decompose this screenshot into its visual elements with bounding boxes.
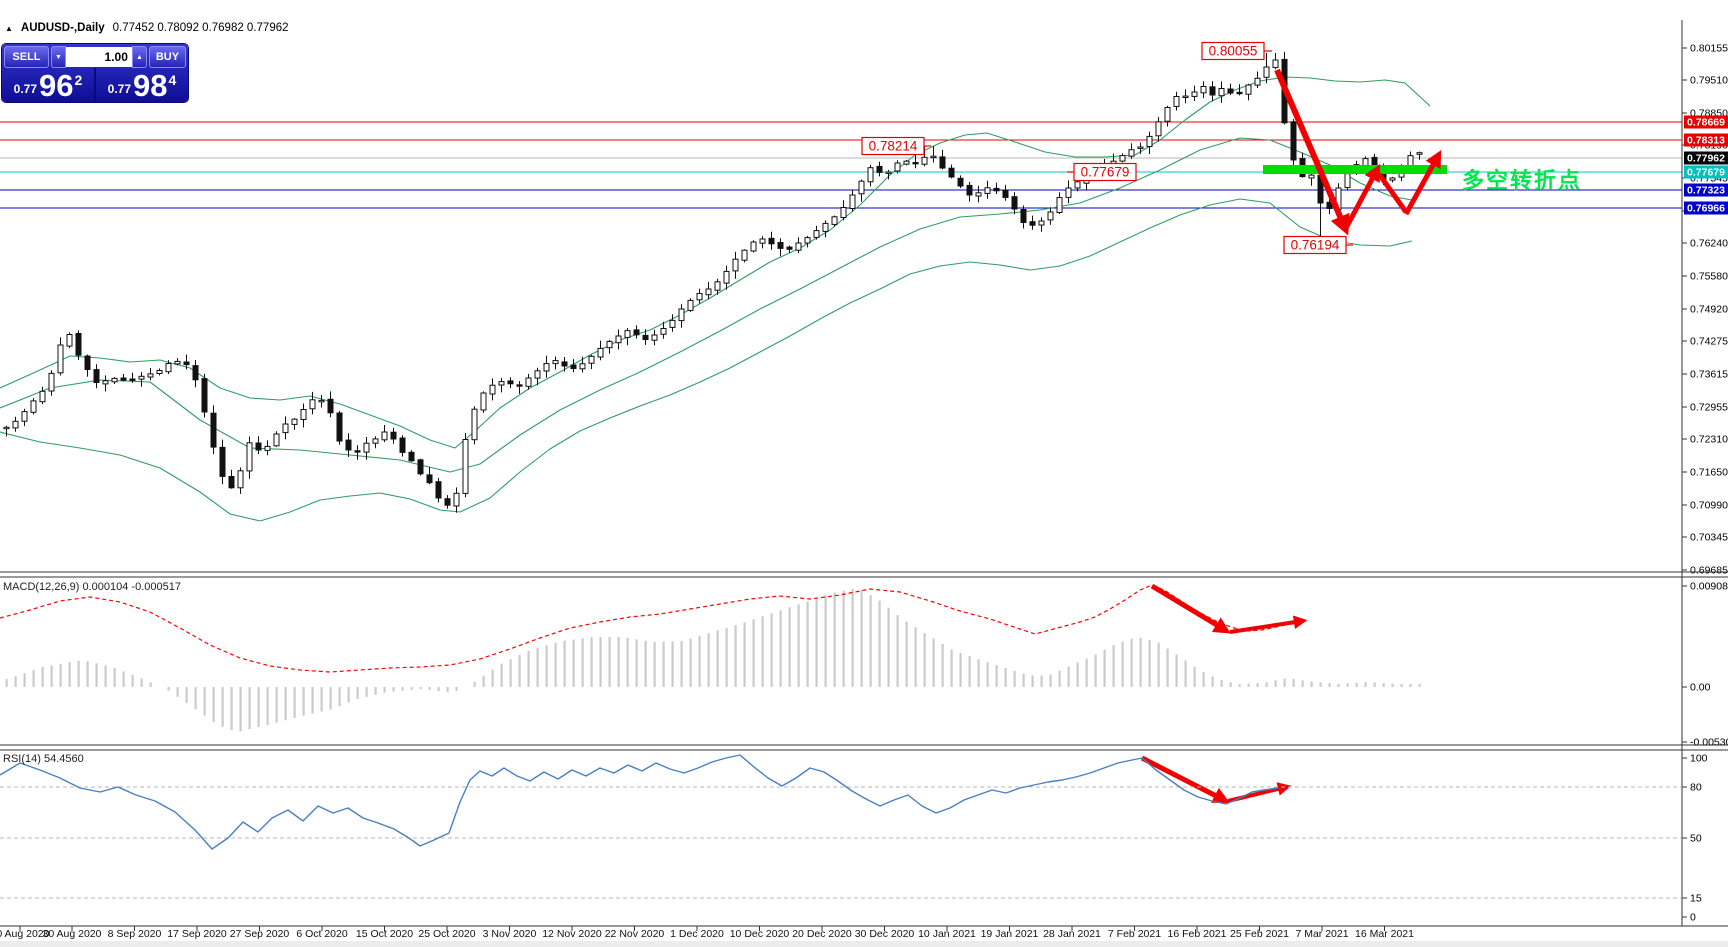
date-tick: 25 Feb 2021 <box>1230 928 1289 940</box>
status-strip <box>0 941 1728 947</box>
date-tick: 10 Dec 2020 <box>730 928 790 940</box>
symbol-ohlc: 0.77452 0.78092 0.76982 0.77962 <box>113 22 289 34</box>
price-tick: 0.70990 <box>1690 500 1728 512</box>
svg-text:0.78669: 0.78669 <box>1687 117 1725 129</box>
price-tick: 0.72955 <box>1690 402 1728 414</box>
buy-button[interactable]: BUY <box>149 46 186 68</box>
price-badge-0.76966: 0.76966 <box>1684 202 1728 215</box>
date-tick: 19 Jan 2021 <box>981 928 1039 940</box>
rsi-label: RSI(14) 54.4560 <box>3 753 84 765</box>
date-tick: 1 Dec 2020 <box>670 928 724 940</box>
rsi-tick: 50 <box>1690 833 1702 845</box>
turning-point-zone[interactable] <box>1263 165 1447 174</box>
chevron-down-icon: ▼ <box>55 54 62 61</box>
date-tick: 15 Oct 2020 <box>356 928 413 940</box>
svg-text:0.77323: 0.77323 <box>1687 185 1725 197</box>
date-tick: 25 Oct 2020 <box>418 928 475 940</box>
date-tick: 22 Nov 2020 <box>605 928 665 940</box>
price-tick: 0.70345 <box>1690 532 1728 544</box>
date-tick: 8 Sep 2020 <box>108 928 162 940</box>
date-tick: 16 Feb 2021 <box>1168 928 1227 940</box>
buy-price-pip: 4 <box>169 72 177 88</box>
price-tick: 0.71650 <box>1690 467 1728 479</box>
symbol-title: AUDUSD-,Daily <box>21 22 105 34</box>
volume-decrease-button[interactable]: ▼ <box>51 46 66 68</box>
sell-button[interactable]: SELL <box>4 46 49 68</box>
price-badge-0.78313: 0.78313 <box>1684 134 1728 147</box>
volume-stepper: ▼ ▲ <box>51 47 147 67</box>
price-annotation-0.77679[interactable]: 0.77679 <box>1067 164 1136 181</box>
price-tick: 0.79510 <box>1690 75 1728 87</box>
buy-price-prefix: 0.77 <box>108 82 131 96</box>
volume-input[interactable] <box>66 47 132 67</box>
price-annotation-0.78214[interactable]: 0.78214 <box>862 138 931 155</box>
date-tick: 6 Oct 2020 <box>296 928 348 940</box>
svg-text:0.77679: 0.77679 <box>1687 167 1725 179</box>
buy-price-big: 98 <box>133 72 167 100</box>
symbol-bar: ▲ AUDUSD-,Daily 0.77452 0.78092 0.76982 … <box>5 22 289 34</box>
price-tick: 0.80155 <box>1690 43 1728 55</box>
macd-tick: 0.009081 <box>1690 581 1728 593</box>
price-annotation-0.80055[interactable]: 0.80055 <box>1202 43 1272 60</box>
svg-text:0.78214: 0.78214 <box>869 139 918 154</box>
date-tick: 30 Dec 2020 <box>855 928 915 940</box>
price-badge-0.77679: 0.77679 <box>1684 166 1728 179</box>
sell-price[interactable]: 0.77 96 2 <box>2 68 94 102</box>
sell-price-pip: 2 <box>75 72 83 88</box>
svg-text:0.76966: 0.76966 <box>1687 203 1725 215</box>
date-tick: 27 Sep 2020 <box>230 928 290 940</box>
rsi-tick: 15 <box>1690 893 1702 905</box>
date-tick: 12 Nov 2020 <box>542 928 602 940</box>
price-tick: 0.74275 <box>1690 336 1728 348</box>
svg-text:0.80055: 0.80055 <box>1209 44 1258 59</box>
svg-text:0.76194: 0.76194 <box>1291 238 1340 253</box>
buy-price[interactable]: 0.77 98 4 <box>96 68 188 102</box>
chart-area[interactable]: 多空转折点 0.80055 0.78214 0.77679 0.76194 0.80155… <box>0 0 1728 947</box>
rsi-tick: 100 <box>1690 753 1708 765</box>
price-tick: 0.75580 <box>1690 271 1728 283</box>
rsi-tick: 0 <box>1690 912 1696 924</box>
date-tick: 16 Mar 2021 <box>1355 928 1414 940</box>
volume-increase-button[interactable]: ▲ <box>132 46 147 68</box>
price-tick: 0.76240 <box>1690 238 1728 250</box>
price-tick: 0.72310 <box>1690 434 1728 446</box>
svg-text:0.77962: 0.77962 <box>1687 153 1725 165</box>
date-tick: 7 Mar 2021 <box>1295 928 1348 940</box>
rsi-tick: 80 <box>1690 782 1702 794</box>
date-tick: 17 Sep 2020 <box>167 928 227 940</box>
turning-point-label[interactable]: 多空转折点 <box>1462 168 1582 193</box>
macd-tick: 0.00 <box>1690 682 1711 694</box>
mt4-window: 多空转折点 0.80055 0.78214 0.77679 0.76194 0.80155… <box>0 0 1728 947</box>
date-tick: 10 Jan 2021 <box>918 928 976 940</box>
date-tick: 7 Feb 2021 <box>1108 928 1161 940</box>
price-annotation-0.76194[interactable]: 0.76194 <box>1284 237 1353 254</box>
price-tick: 0.74920 <box>1690 304 1728 316</box>
macd-tick: -0.005306 <box>1690 737 1728 749</box>
collapse-trade-panel-icon[interactable]: ▲ <box>5 24 13 33</box>
price-badge-0.77323: 0.77323 <box>1684 184 1728 197</box>
price-badge-0.77962: 0.77962 <box>1684 152 1728 165</box>
price-badge-0.78669: 0.78669 <box>1684 116 1728 129</box>
date-tick: 28 Jan 2021 <box>1043 928 1101 940</box>
svg-text:0.78313: 0.78313 <box>1687 135 1725 147</box>
price-tick: 0.73615 <box>1690 369 1728 381</box>
sell-price-big: 96 <box>39 72 73 100</box>
date-tick: 30 Aug 2020 <box>43 928 102 940</box>
macd-label: MACD(12,26,9) 0.000104 -0.000517 <box>3 581 181 593</box>
sell-price-prefix: 0.77 <box>14 82 37 96</box>
one-click-trading-widget: SELL ▼ ▲ BUY 0.77 96 2 0.77 98 4 <box>2 44 188 102</box>
price-tick: 0.69685 <box>1690 565 1728 577</box>
chevron-up-icon: ▲ <box>136 54 143 61</box>
date-tick: 3 Nov 2020 <box>483 928 537 940</box>
svg-text:0.77679: 0.77679 <box>1081 165 1130 180</box>
date-tick: 20 Dec 2020 <box>792 928 852 940</box>
